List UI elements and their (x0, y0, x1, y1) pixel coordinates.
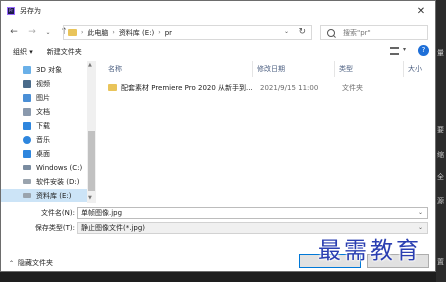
filetype-label: 保存类型(T): (34, 224, 75, 232)
close-icon[interactable]: ✕ (407, 1, 435, 21)
save-as-dialog: Pr 另存为 ✕ ← → ⌄ ↑ › 此电脑 › 资料库 (E:) › pr ⌄… (0, 0, 436, 272)
download-icon (23, 121, 31, 130)
sidebar-item-videos[interactable]: 视频 (1, 77, 87, 90)
background-text: 置 (437, 258, 444, 266)
background-text: 缩 (437, 151, 444, 159)
breadcrumb-separator: › (81, 29, 84, 36)
search-input[interactable] (341, 27, 425, 38)
background-text: 要 (437, 126, 444, 134)
search-box[interactable] (320, 25, 428, 40)
organize-menu[interactable]: 组织 ▾ (13, 47, 33, 57)
toolbar: 组织 ▾ 新建文件夹 ▾ ? (1, 43, 435, 60)
sidebar-item-drive-d[interactable]: 软件安装 (D:) (1, 175, 87, 188)
column-header-date[interactable]: 修改日期 (257, 64, 285, 74)
refresh-icon[interactable]: ↻ (298, 27, 306, 37)
sidebar-item-desktop[interactable]: 桌面 (1, 147, 87, 160)
scroll-up-icon[interactable]: ▲ (88, 62, 92, 68)
column-divider[interactable] (403, 61, 404, 77)
premiere-app-icon: Pr (7, 7, 15, 15)
sidebar-item-music[interactable]: 音乐 (1, 133, 87, 146)
video-icon (23, 79, 31, 88)
sidebar-item-label: 视频 (36, 79, 50, 88)
help-icon[interactable]: ? (418, 45, 429, 56)
hide-folders-label: 隐藏文件夹 (18, 259, 54, 267)
file-name: 配套素材 Premiere Pro 2020 从新手到... (121, 83, 253, 92)
watermark-logo: 最需教育 (318, 238, 422, 264)
chevron-down-icon[interactable]: ⌄ (284, 28, 289, 35)
scroll-down-icon[interactable]: ▼ (88, 195, 92, 201)
sidebar-item-label: 图片 (36, 93, 50, 102)
sidebar-item-label: 文档 (36, 107, 50, 116)
column-divider[interactable] (334, 61, 335, 77)
title-bar[interactable]: Pr 另存为 ✕ (1, 1, 435, 21)
music-icon (23, 135, 31, 144)
picture-icon (23, 93, 31, 102)
sidebar-item-drive-e[interactable]: 资料库 (E:) (1, 189, 87, 202)
sidebar-scrollbar[interactable]: ▲ ▼ (87, 61, 96, 203)
drive-icon (23, 165, 31, 170)
sidebar-item-label: 资料库 (E:) (36, 191, 72, 200)
filename-label: 文件名(N): (40, 209, 75, 217)
sidebar-item-downloads[interactable]: 下载 (1, 119, 87, 132)
view-options-icon[interactable] (390, 47, 399, 55)
desktop-icon (23, 149, 31, 158)
sidebar-item-3d-objects[interactable]: 3D 对象 (1, 63, 87, 76)
sidebar-item-label: 音乐 (36, 135, 50, 144)
sidebar-item-label: 3D 对象 (36, 65, 63, 74)
forward-arrow-icon[interactable]: → (25, 25, 39, 39)
window-title: 另存为 (20, 7, 41, 15)
sidebar-item-label: 下载 (36, 121, 50, 130)
filetype-value: 静止图像文件(*.jpg) (81, 224, 146, 232)
cube-icon (23, 65, 31, 74)
column-header-name[interactable]: 名称 (108, 64, 122, 74)
column-divider[interactable] (252, 61, 253, 77)
file-date: 2021/9/15 11:00 (260, 83, 319, 92)
navigation-pane: 3D 对象 视频 图片 文档 下载 音乐 桌面 Windows (C:) 软件安… (1, 61, 97, 203)
sidebar-item-documents[interactable]: 文档 (1, 105, 87, 118)
background-text: 全 (437, 173, 444, 181)
filename-value: 单帧图像.jpg (81, 209, 123, 217)
chevron-down-icon[interactable]: ▾ (403, 46, 406, 53)
drive-icon (23, 179, 31, 184)
file-list: 名称 修改日期 类型 大小 配套素材 Premiere Pro 2020 从新手… (100, 61, 435, 203)
file-type: 文件夹 (342, 83, 363, 92)
back-arrow-icon[interactable]: ← (7, 25, 21, 39)
list-item[interactable]: 配套素材 Premiere Pro 2020 从新手到... 2021/9/15… (108, 81, 428, 94)
chevron-up-icon: ⌃ (9, 259, 15, 267)
chevron-down-icon: ⌄ (417, 224, 423, 231)
breadcrumb-separator[interactable]: › (158, 29, 160, 36)
background-text: 量 (437, 49, 444, 57)
scrollbar-thumb[interactable] (88, 131, 95, 191)
background-app-strip: 量 要 缩 全 源 置 (436, 0, 446, 282)
sidebar-item-pictures[interactable]: 图片 (1, 91, 87, 104)
recent-locations-icon[interactable]: ⌄ (41, 25, 55, 39)
folder-icon (68, 29, 77, 36)
breadcrumb-item[interactable]: pr (165, 29, 172, 37)
filename-field[interactable]: 单帧图像.jpg ⌄ (77, 207, 428, 219)
search-icon (327, 28, 335, 37)
address-bar[interactable]: › 此电脑 › 资料库 (E:) › pr ⌄ ↻ (63, 25, 312, 40)
breadcrumb-item[interactable]: 资料库 (E:) (119, 28, 154, 38)
breadcrumb-separator[interactable]: › (112, 29, 114, 36)
drive-icon (23, 193, 31, 198)
sidebar-item-drive-c[interactable]: Windows (C:) (1, 161, 87, 174)
document-icon (23, 107, 31, 116)
chevron-down-icon[interactable]: ⌄ (418, 209, 423, 216)
sidebar-item-label: Windows (C:) (36, 163, 83, 172)
new-folder-button[interactable]: 新建文件夹 (47, 47, 82, 57)
folder-icon (108, 84, 117, 91)
column-header-size[interactable]: 大小 (408, 64, 422, 74)
breadcrumb-item[interactable]: 此电脑 (87, 28, 108, 38)
sidebar-item-label: 桌面 (36, 149, 50, 158)
column-header-type[interactable]: 类型 (339, 64, 353, 74)
background-text: 源 (437, 197, 444, 205)
hide-folders-toggle[interactable]: ⌃ 隐藏文件夹 (9, 258, 53, 268)
sidebar-item-label: 软件安装 (D:) (36, 177, 80, 186)
